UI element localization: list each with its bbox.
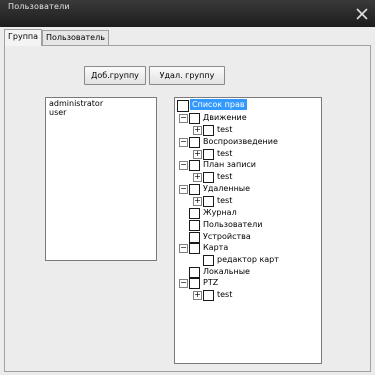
perm-checkbox-map[interactable] (189, 243, 200, 254)
perm-label-ptz-test: test (217, 290, 233, 299)
perm-checkbox-ptz-test[interactable] (203, 290, 214, 301)
expand-icon[interactable]: + (193, 149, 202, 159)
group-item-administrator[interactable]: administrator (49, 99, 103, 108)
delete-group-button[interactable]: Удал. группу (149, 66, 225, 85)
perm-checkbox-motion[interactable] (189, 113, 200, 124)
perm-label-local: Локальные (203, 267, 250, 276)
perm-label-schedule: План записи (203, 160, 256, 169)
permissions-tree[interactable]: Список прав − Движение + test − Воспроиз… (174, 97, 322, 364)
expand-icon[interactable]: + (193, 125, 202, 135)
perm-label-devices: Устройства (203, 232, 251, 241)
perm-label-map: Карта (203, 243, 229, 252)
root-checkbox[interactable] (177, 100, 189, 112)
perm-checkbox-ptz[interactable] (189, 278, 200, 289)
perm-checkbox-remote-test[interactable] (203, 196, 214, 207)
expand-icon[interactable]: + (193, 196, 202, 206)
expand-icon[interactable]: + (193, 172, 202, 182)
expand-icon[interactable]: + (193, 290, 202, 300)
group-list[interactable]: administrator user (45, 97, 157, 261)
collapse-icon[interactable]: − (179, 243, 188, 253)
title-bar[interactable]: Пользователи (0, 0, 375, 27)
perm-checkbox-devices[interactable] (189, 232, 200, 243)
perm-label-motion-test: test (217, 125, 233, 134)
perm-checkbox-schedule[interactable] (189, 160, 200, 171)
collapse-icon[interactable]: − (179, 184, 188, 194)
perm-checkbox-local[interactable] (189, 267, 200, 278)
add-group-button[interactable]: Доб.группу (84, 66, 146, 85)
perm-label-playback-test: test (217, 149, 233, 158)
perm-checkbox-motion-test[interactable] (203, 125, 214, 136)
users-dialog: Пользователи Группа Пользователь Доб.гру… (0, 0, 375, 375)
collapse-icon[interactable]: − (179, 160, 188, 170)
perm-label-motion: Движение (203, 113, 247, 122)
group-item-user[interactable]: user (49, 108, 66, 117)
tree-root-label[interactable]: Список прав (190, 99, 247, 110)
window-title: Пользователи (8, 2, 70, 11)
perm-label-map-editor: редактор карт (217, 255, 279, 264)
collapse-icon[interactable]: − (179, 137, 188, 147)
perm-label-playback: Воспроизведение (203, 137, 278, 146)
collapse-icon[interactable]: − (179, 113, 188, 123)
perm-label-log: Журнал (203, 208, 237, 217)
tab-group[interactable]: Группа (4, 29, 43, 46)
perm-label-schedule-test: test (217, 172, 233, 181)
perm-checkbox-map-editor[interactable] (203, 255, 214, 266)
perm-checkbox-remote[interactable] (189, 184, 200, 195)
collapse-icon[interactable]: − (179, 278, 188, 288)
close-icon[interactable] (355, 7, 369, 21)
tab-user[interactable]: Пользователь (42, 30, 109, 45)
perm-label-ptz: PTZ (203, 278, 219, 287)
perm-checkbox-users[interactable] (189, 220, 200, 231)
perm-label-users: Пользователи (203, 220, 263, 229)
perm-checkbox-log[interactable] (189, 208, 200, 219)
perm-checkbox-playback[interactable] (189, 137, 200, 148)
perm-checkbox-schedule-test[interactable] (203, 172, 214, 183)
perm-label-remote: Удаленные (203, 184, 251, 193)
perm-label-remote-test: test (217, 196, 233, 205)
